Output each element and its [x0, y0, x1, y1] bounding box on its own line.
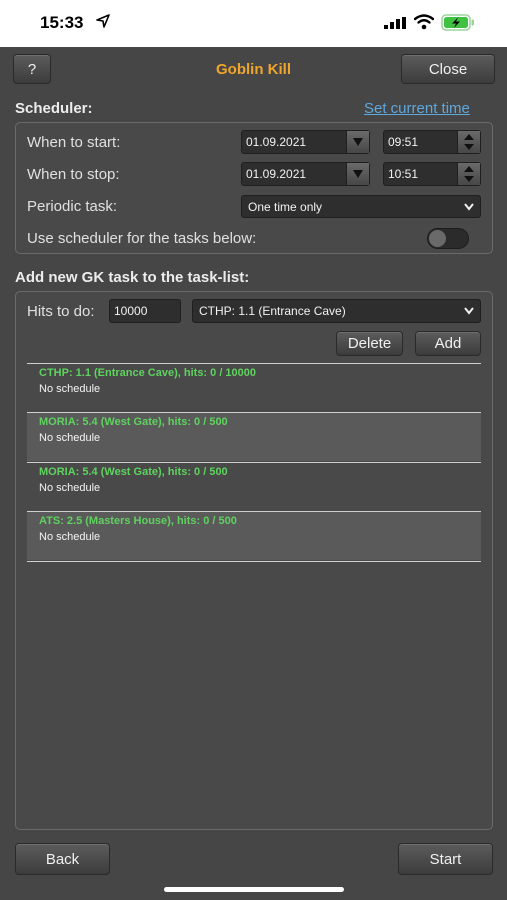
task-schedule: No schedule — [39, 383, 101, 395]
start-time-stepper-buttons[interactable] — [457, 131, 480, 153]
toggle-knob — [429, 230, 446, 247]
task-name: MORIA: 5.4 (West Gate), hits: 0 / 500 — [39, 416, 228, 428]
start-time-value: 09:51 — [388, 135, 419, 149]
location-value: CTHP: 1.1 (Entrance Cave) — [199, 304, 346, 318]
stop-date-dropdown-button[interactable] — [346, 163, 369, 185]
start-button[interactable]: Start — [398, 843, 493, 875]
periodic-value: One time only — [248, 199, 323, 214]
delete-button[interactable]: Delete — [336, 331, 403, 356]
use-scheduler-toggle[interactable] — [427, 228, 469, 249]
stop-time-value: 10:51 — [388, 167, 419, 181]
stop-date-picker[interactable]: 01.09.2021 — [241, 162, 370, 186]
task-name: CTHP: 1.1 (Entrance Cave), hits: 0 / 100… — [39, 367, 257, 379]
location-select[interactable]: CTHP: 1.1 (Entrance Cave) — [192, 299, 481, 323]
task-list-divider — [27, 561, 481, 562]
hits-input[interactable]: 10000 — [109, 299, 181, 323]
up-down-arrows-icon — [464, 166, 474, 182]
delete-button-label: Delete — [347, 335, 392, 352]
start-label: When to start: — [27, 134, 121, 151]
start-time-stepper[interactable]: 09:51 — [383, 130, 481, 154]
help-button-label: ? — [27, 60, 37, 78]
task-list-item[interactable]: ATS: 2.5 (Masters House), hits: 0 / 500 … — [27, 511, 481, 560]
status-time: 15:33 — [40, 13, 84, 32]
stop-date-value: 01.09.2021 — [246, 167, 307, 181]
status-bar: 15:33 — [0, 0, 507, 47]
task-list-item[interactable]: MORIA: 5.4 (West Gate), hits: 0 / 500 No… — [27, 462, 481, 511]
set-current-time-link[interactable]: Set current time — [364, 100, 470, 117]
app-title: Goblin Kill — [216, 61, 291, 78]
triangle-down-icon — [353, 138, 363, 146]
task-schedule: No schedule — [39, 482, 101, 494]
chevron-down-icon — [464, 307, 474, 315]
hits-label: Hits to do: — [27, 303, 95, 320]
task-schedule: No schedule — [39, 432, 101, 444]
back-button[interactable]: Back — [15, 843, 110, 875]
use-scheduler-label: Use scheduler for the tasks below: — [27, 230, 257, 247]
start-date-dropdown-button[interactable] — [346, 131, 369, 153]
back-button-label: Back — [45, 850, 80, 868]
location-arrow-icon — [96, 14, 110, 28]
add-button-label: Add — [434, 335, 462, 352]
start-date-value: 01.09.2021 — [246, 135, 307, 149]
periodic-label: Periodic task: — [27, 198, 118, 215]
add-task-heading: Add new GK task to the task-list: — [15, 269, 250, 286]
task-list-item[interactable]: CTHP: 1.1 (Entrance Cave), hits: 0 / 100… — [27, 363, 481, 412]
task-name: MORIA: 5.4 (West Gate), hits: 0 / 500 — [39, 466, 228, 478]
stop-time-stepper[interactable]: 10:51 — [383, 162, 481, 186]
up-down-arrows-icon — [464, 134, 474, 150]
wifi-icon — [414, 14, 434, 30]
battery-charging-icon — [441, 14, 474, 31]
hits-value: 10000 — [114, 304, 148, 318]
stop-label: When to stop: — [27, 166, 120, 183]
task-list-item[interactable]: MORIA: 5.4 (West Gate), hits: 0 / 500 No… — [27, 412, 481, 461]
add-button[interactable]: Add — [415, 331, 481, 356]
stop-time-stepper-buttons[interactable] — [457, 163, 480, 185]
home-indicator[interactable] — [164, 887, 344, 892]
chevron-down-icon — [464, 202, 474, 211]
scheduler-heading: Scheduler: — [15, 100, 93, 117]
periodic-select[interactable]: One time only — [241, 195, 481, 218]
task-schedule: No schedule — [39, 531, 101, 543]
help-button[interactable]: ? — [13, 54, 51, 84]
close-button[interactable]: Close — [401, 54, 495, 84]
triangle-down-icon — [353, 170, 363, 178]
start-button-label: Start — [429, 850, 462, 868]
task-name: ATS: 2.5 (Masters House), hits: 0 / 500 — [39, 515, 237, 527]
close-button-label: Close — [428, 60, 468, 78]
cellular-signal-icon — [384, 17, 406, 29]
start-date-picker[interactable]: 01.09.2021 — [241, 130, 370, 154]
